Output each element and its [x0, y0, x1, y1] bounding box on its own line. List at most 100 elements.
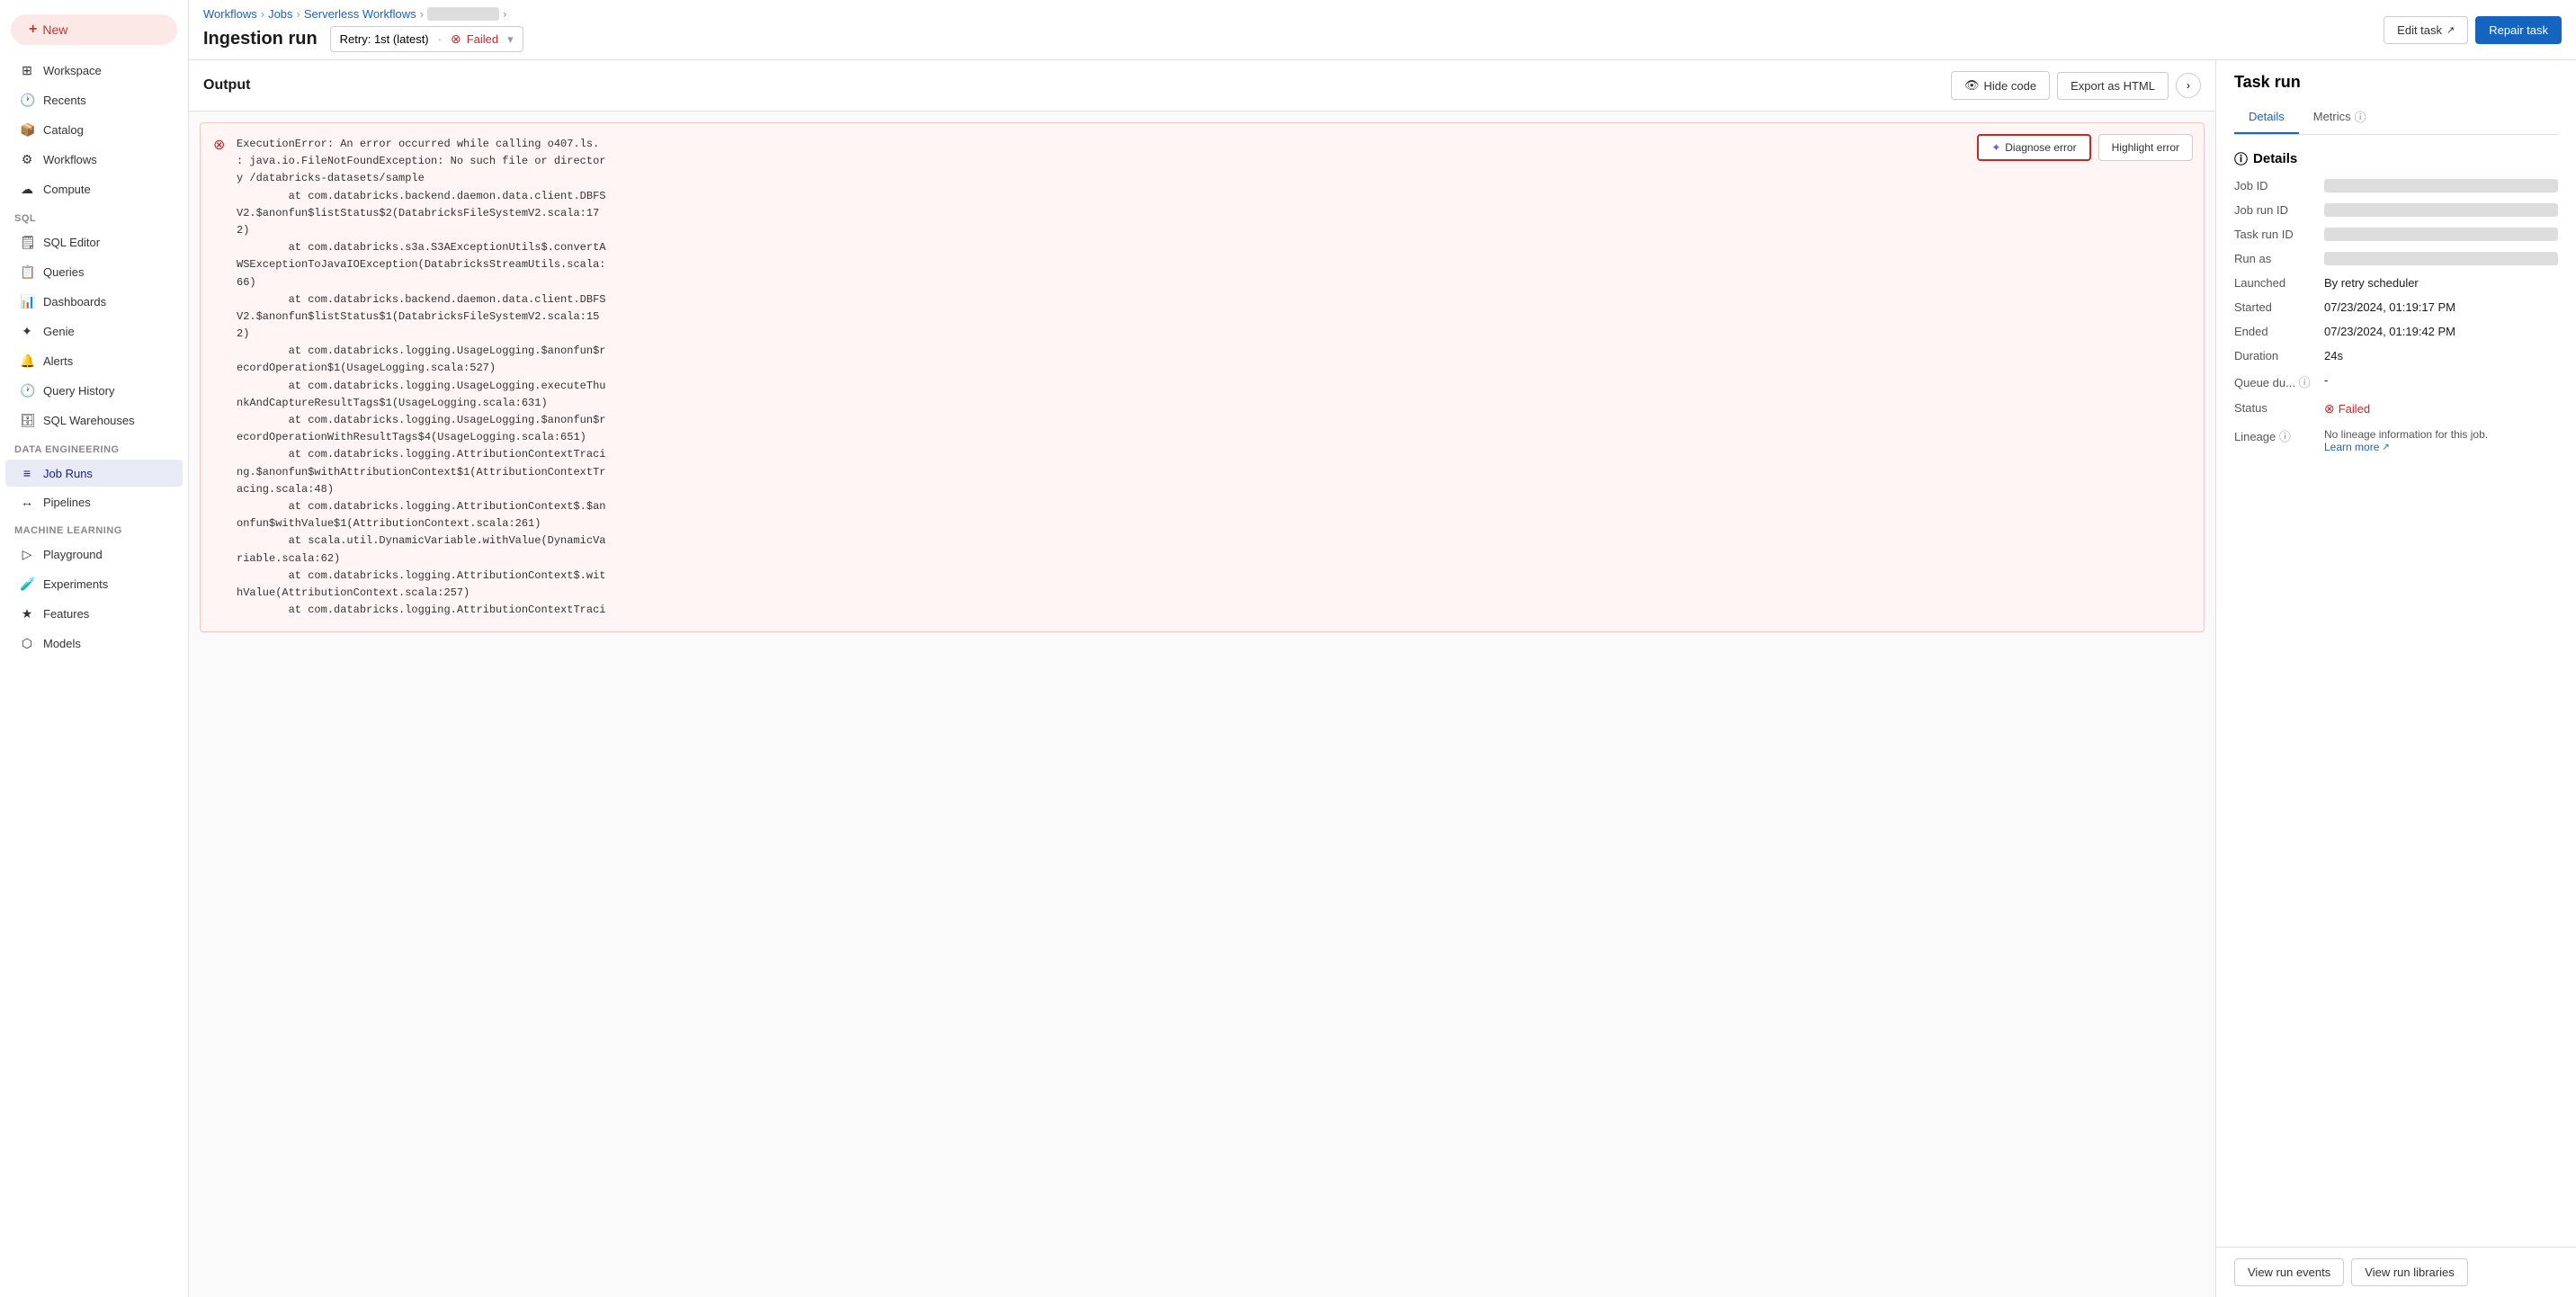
sidebar-item-workflows[interactable]: ⚙ Workflows [5, 146, 183, 174]
topbar-actions: Edit task ↗ Repair task [2384, 16, 2562, 44]
lineage-label-text: Lineage [2234, 430, 2276, 443]
sidebar-item-job-runs[interactable]: ≡ Job Runs [5, 460, 183, 487]
queue-du-value: - [2324, 373, 2558, 387]
sidebar-item-catalog[interactable]: 📦 Catalog [5, 116, 183, 144]
detail-row-duration: Duration 24s [2234, 349, 2558, 362]
detail-row-job-run-id: Job run ID [2234, 203, 2558, 217]
sidebar-item-dashboards[interactable]: 📊 Dashboards [5, 288, 183, 316]
sidebar-item-alerts[interactable]: 🔔 Alerts [5, 347, 183, 375]
topbar: Workflows › Jobs › Serverless Workflows … [189, 0, 2576, 60]
pipelines-icon: ↔ [20, 495, 34, 509]
dashboards-icon: 📊 [20, 294, 34, 309]
duration-label: Duration [2234, 349, 2324, 362]
hide-code-icon: 👁 [1964, 78, 1980, 93]
lineage-value: No lineage information for this job. Lea… [2324, 427, 2558, 453]
new-button[interactable]: + New [11, 14, 177, 45]
sidebar-item-experiments[interactable]: 🧪 Experiments [5, 570, 183, 598]
lineage-label: Lineage ⓘ [2234, 427, 2324, 444]
alerts-icon: 🔔 [20, 353, 34, 369]
sidebar-item-label: Recents [43, 94, 86, 107]
tab-details[interactable]: Details [2234, 101, 2299, 134]
experiments-icon: 🧪 [20, 577, 34, 592]
highlight-label: Highlight error [2112, 141, 2179, 154]
output-header: Output 👁 Hide code Export as HTML › [189, 60, 2215, 112]
sidebar-item-label: Query History [43, 384, 114, 398]
queue-du-label-text: Queue du... [2234, 376, 2295, 389]
sidebar-item-label: Compute [43, 183, 91, 196]
sidebar-item-features[interactable]: ★ Features [5, 600, 183, 628]
run-as-value [2324, 252, 2558, 265]
detail-row-job-id: Job ID [2234, 179, 2558, 192]
output-actions: 👁 Hide code Export as HTML › [1951, 71, 2201, 100]
job-id-value [2324, 179, 2558, 192]
sidebar-item-query-history[interactable]: 🕐 Query History [5, 377, 183, 405]
metrics-info-icon: ⓘ [2355, 108, 2366, 125]
lineage-info-icon: ⓘ [2279, 430, 2291, 443]
sidebar-item-label: Features [43, 607, 89, 621]
detail-row-ended: Ended 07/23/2024, 01:19:42 PM [2234, 325, 2558, 338]
breadcrumb-chevron-4: › [503, 7, 506, 21]
query-history-icon: 🕐 [20, 383, 34, 398]
sidebar-item-models[interactable]: ⬡ Models [5, 630, 183, 657]
export-html-label: Export as HTML [2071, 79, 2155, 93]
duration-value: 24s [2324, 349, 2558, 362]
playground-icon: ▷ [20, 547, 34, 562]
info-circle-icon: ⓘ [2234, 149, 2248, 168]
job-runs-icon: ≡ [20, 466, 34, 480]
learn-more-link[interactable]: Learn more ↗ [2324, 441, 2558, 453]
sidebar-item-recents[interactable]: 🕐 Recents [5, 86, 183, 114]
retry-dropdown[interactable]: Retry: 1st (latest) · ⊗ Failed ▾ [330, 26, 523, 52]
external-link-icon-small: ↗ [2382, 443, 2389, 452]
sidebar-item-label: Genie [43, 325, 75, 338]
ended-label: Ended [2234, 325, 2324, 338]
collapse-panel-button[interactable]: › [2176, 73, 2201, 98]
breadcrumb-jobs[interactable]: Jobs [268, 7, 292, 21]
sidebar-item-playground[interactable]: ▷ Playground [5, 541, 183, 568]
sidebar-item-label: Workspace [43, 64, 102, 77]
sidebar-item-pipelines[interactable]: ↔ Pipelines [5, 488, 183, 515]
detail-row-started: Started 07/23/2024, 01:19:17 PM [2234, 300, 2558, 314]
sidebar-item-queries[interactable]: 📋 Queries [5, 258, 183, 286]
new-label: New [42, 22, 67, 37]
task-run-panel: Task run Details Metrics ⓘ ⓘ Details [2216, 60, 2576, 1297]
view-run-libraries-label: View run libraries [2365, 1266, 2454, 1279]
section-sql: SQL [0, 204, 188, 228]
view-run-libraries-button[interactable]: View run libraries [2351, 1258, 2467, 1286]
hide-code-button[interactable]: 👁 Hide code [1951, 71, 2050, 100]
diagnose-error-button[interactable]: ✦ Diagnose error [1977, 134, 2090, 161]
breadcrumb-serverless[interactable]: Serverless Workflows [304, 7, 416, 21]
sidebar-item-label: Dashboards [43, 295, 106, 309]
repair-task-button[interactable]: Repair task [2475, 16, 2562, 44]
page-title: Ingestion run [203, 29, 318, 49]
workspace-icon: ⊞ [20, 63, 34, 78]
edit-task-button[interactable]: Edit task ↗ [2384, 16, 2468, 44]
sidebar-item-genie[interactable]: ✦ Genie [5, 318, 183, 345]
tab-metrics-label: Metrics [2313, 110, 2351, 123]
detail-row-launched: Launched By retry scheduler [2234, 276, 2558, 290]
export-html-button[interactable]: Export as HTML [2057, 72, 2169, 100]
queue-info-icon: ⓘ [2299, 376, 2311, 389]
sidebar-item-label: Pipelines [43, 496, 91, 509]
tab-metrics[interactable]: Metrics ⓘ [2299, 101, 2381, 134]
tab-details-label: Details [2249, 110, 2285, 123]
error-block: ⊗ ✦ Diagnose error Highlight error Execu… [200, 122, 2205, 632]
sidebar-item-sql-warehouses[interactable]: 🗄 SQL Warehouses [5, 407, 183, 434]
breadcrumb-workflows[interactable]: Workflows [203, 7, 257, 21]
breadcrumb: Workflows › Jobs › Serverless Workflows … [203, 7, 523, 21]
sparkle-icon: ✦ [1991, 141, 2000, 154]
section-de: Data Engineering [0, 435, 188, 459]
detail-row-lineage: Lineage ⓘ No lineage information for thi… [2234, 427, 2558, 453]
sidebar-item-sql-editor[interactable]: 🗒 SQL Editor [5, 228, 183, 256]
sidebar-item-label: SQL Warehouses [43, 414, 135, 427]
view-run-events-button[interactable]: View run events [2234, 1258, 2344, 1286]
highlight-error-button[interactable]: Highlight error [2098, 134, 2193, 161]
content-area: Output 👁 Hide code Export as HTML › [189, 60, 2576, 1297]
sidebar-item-compute[interactable]: ☁ Compute [5, 175, 183, 203]
started-label: Started [2234, 300, 2324, 314]
output-body: ⊗ ✦ Diagnose error Highlight error Execu… [189, 112, 2215, 1297]
sidebar-item-workspace[interactable]: ⊞ Workspace [5, 57, 183, 85]
launched-value: By retry scheduler [2324, 276, 2558, 290]
compute-icon: ☁ [20, 182, 34, 197]
ended-value: 07/23/2024, 01:19:42 PM [2324, 325, 2558, 338]
sidebar-item-label: Models [43, 637, 81, 650]
